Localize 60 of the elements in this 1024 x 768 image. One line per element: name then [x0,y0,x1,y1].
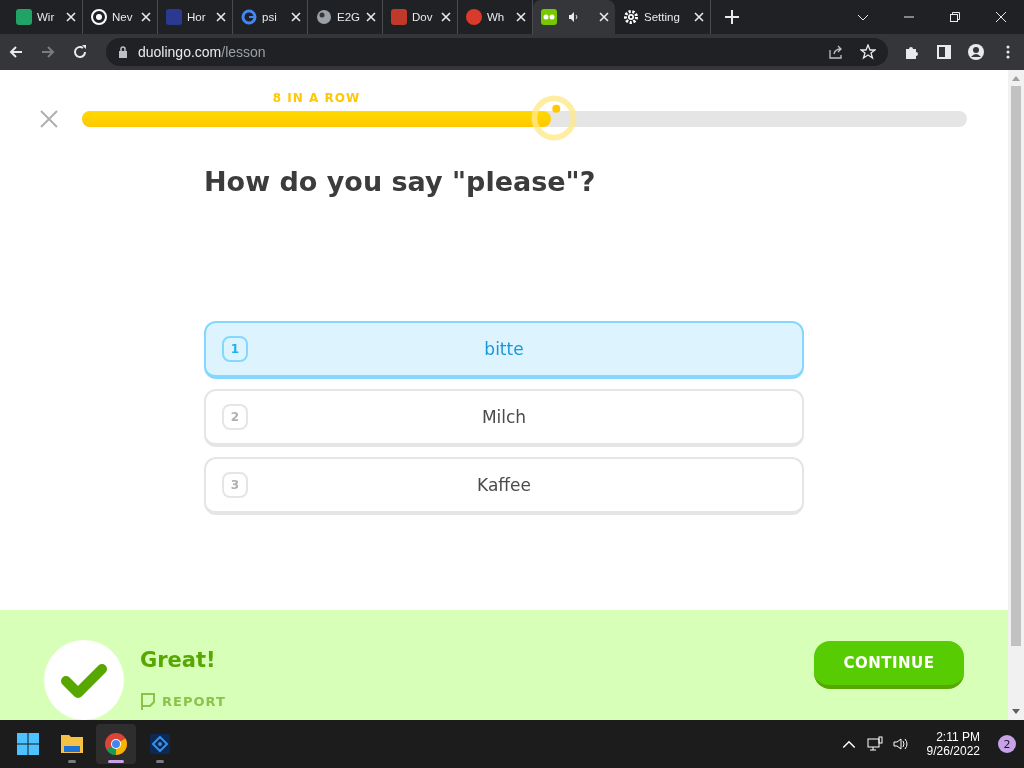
option-number: 1 [222,336,248,362]
volume-icon[interactable] [892,736,909,752]
site-icon [166,9,182,25]
option-number: 2 [222,404,248,430]
browser-tab[interactable] [533,0,615,34]
url-path: /lesson [221,44,266,60]
tab-title: Dov [412,11,434,23]
option-number: 3 [222,472,248,498]
network-icon[interactable] [866,736,883,752]
chrome-icon [91,9,107,25]
site-icon [391,9,407,25]
tab-title: E2G [337,11,361,23]
scrollbar-thumb[interactable] [1011,86,1021,646]
reload-icon[interactable] [72,44,88,60]
tab-title: psi [262,11,278,23]
option-text: bitte [483,339,525,359]
back-icon[interactable] [8,44,24,60]
forward-icon[interactable] [40,44,56,60]
scrollbar[interactable] [1008,70,1024,720]
tab-title: Setting [644,11,681,23]
owl-icon [541,9,557,25]
side-panel-icon[interactable] [936,44,952,60]
globe-icon [316,9,332,25]
lock-icon [118,46,128,58]
answer-option[interactable]: 3 Kaffee [204,457,804,515]
sparkle-icon [531,95,578,141]
url-host: duolingo.com [138,44,222,60]
google-icon [241,9,257,25]
settings-icon [623,9,639,25]
tab-title: Hor [187,11,207,23]
new-tab-icon[interactable] [725,10,739,24]
windows-icon [16,732,40,756]
star-icon[interactable] [860,44,876,60]
tab-title: Wh [487,11,506,23]
clock-time: 2:11 PM [936,730,980,744]
clock[interactable]: 2:11 PM 9/26/2022 [926,730,980,758]
share-icon[interactable] [828,44,844,60]
address-bar[interactable]: duolingo.com/lesson [106,38,888,66]
tab-title: Wir [37,11,56,23]
folder-icon [60,732,84,756]
profile-icon[interactable] [968,44,984,60]
streak-label: 8 IN A ROW [271,91,362,105]
question-text: How do you say "please"? [204,166,597,197]
site-icon [466,9,482,25]
clock-date: 9/26/2022 [926,744,980,758]
option-text: Milch [480,407,528,427]
site-icon [16,9,32,25]
check-icon [44,640,124,720]
feedback-message: Great! [140,648,217,672]
puzzle-icon[interactable] [904,44,920,60]
option-text: Kaffee [476,475,532,495]
chrome-icon [104,732,128,756]
answer-option[interactable]: 2 Milch [204,389,804,447]
app-icon [148,732,172,756]
notification-badge[interactable]: 2 [998,735,1016,753]
taskbar-app[interactable] [96,724,136,764]
restore-icon[interactable] [949,11,961,23]
scroll-down-icon[interactable] [1012,709,1020,715]
tab-title: Nev [112,11,134,23]
flag-icon [140,692,156,710]
